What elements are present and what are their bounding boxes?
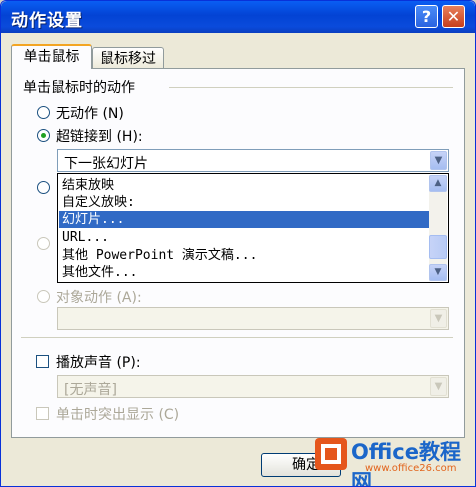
dropdown-item-slide[interactable]: 幻灯片... — [59, 211, 429, 228]
title-bar: 动作设置 ? ✕ — [1, 1, 475, 33]
tab-mouse-over-label: 鼠标移过 — [100, 51, 156, 67]
close-icon: ✕ — [446, 7, 461, 26]
highlight-click-checkbox — [36, 407, 49, 420]
chevron-down-icon: ▼ — [430, 309, 447, 328]
tab-mouse-click[interactable]: 单击鼠标 — [11, 44, 92, 69]
tab-mouse-click-label: 单击鼠标 — [23, 49, 80, 65]
no-action-label: 无动作 (N) — [56, 106, 124, 122]
action-settings-dialog: 动作设置 ? ✕ 单击鼠标 鼠标移过 单击鼠标时的动作 无动作 (N) 超链接到… — [0, 0, 476, 487]
hyperlink-dropdown-list[interactable]: 结束放映 自定义放映: 幻灯片... URL... 其他 PowerPoint … — [57, 173, 449, 283]
group-label: 单击鼠标时的动作 — [23, 80, 135, 96]
no-action-radio[interactable] — [37, 106, 50, 119]
sound-select: [无声音] ▼ — [57, 375, 449, 398]
dropdown-item-other-file[interactable]: 其他文件... — [62, 264, 137, 281]
dropdown-item-end-show[interactable]: 结束放映 — [62, 177, 114, 194]
chevron-down-icon: ▼ — [430, 377, 447, 396]
object-action-radio — [37, 290, 50, 303]
close-button[interactable]: ✕ — [442, 5, 465, 28]
tab-mouse-over[interactable]: 鼠标移过 — [92, 47, 164, 69]
dropdown-item-url[interactable]: URL... — [62, 229, 109, 246]
dropdown-item-custom-show[interactable]: 自定义放映: — [62, 194, 135, 211]
dropdown-scrollbar[interactable]: ▲ ▼ — [429, 175, 447, 281]
sound-select-value: [无声音] — [64, 382, 117, 398]
chevron-down-icon[interactable]: ▼ — [430, 151, 447, 170]
dialog-title: 动作设置 — [11, 11, 83, 31]
office-logo-icon — [315, 438, 347, 470]
watermark-url: www.office26.com — [365, 463, 457, 474]
scroll-up-icon[interactable]: ▲ — [429, 175, 447, 192]
help-icon: ? — [421, 7, 432, 26]
hyperlink-select-value: 下一张幻灯片 — [64, 156, 148, 172]
watermark: Office教程网 www.office26.com — [313, 436, 471, 487]
scroll-down-icon[interactable]: ▼ — [429, 264, 447, 281]
hyperlink-label: 超链接到 (H): — [56, 129, 143, 145]
section-divider — [21, 337, 453, 338]
hyperlink-select[interactable]: 下一张幻灯片 ▼ — [57, 149, 449, 172]
highlight-click-label: 单击时突出显示 (C) — [56, 407, 180, 423]
help-button[interactable]: ? — [415, 5, 438, 28]
group-divider — [169, 87, 453, 88]
watermark-brand: Office教程网 — [351, 440, 461, 487]
scroll-thumb[interactable] — [429, 235, 447, 259]
object-action-select: ▼ — [57, 307, 449, 330]
run-macro-radio — [37, 237, 50, 250]
play-sound-checkbox[interactable] — [36, 355, 49, 368]
hyperlink-radio[interactable] — [37, 129, 50, 142]
object-action-label: 对象动作 (A): — [56, 290, 142, 306]
run-program-radio[interactable] — [37, 181, 50, 194]
dropdown-item-other-ppt[interactable]: 其他 PowerPoint 演示文稿... — [62, 247, 257, 264]
play-sound-label: 播放声音 (P): — [56, 355, 141, 371]
